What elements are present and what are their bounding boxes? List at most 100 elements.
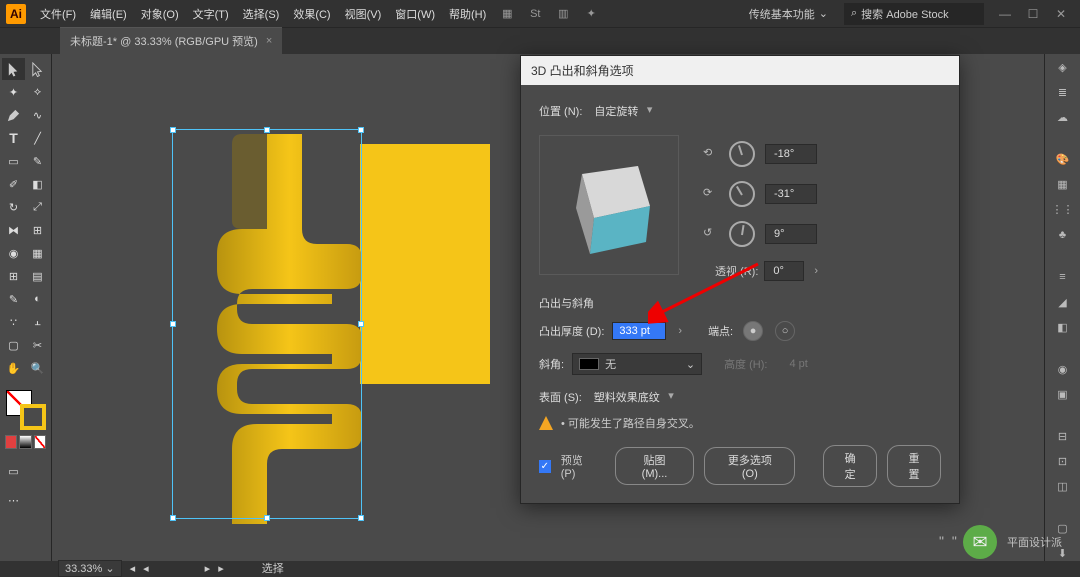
layers-panel-icon[interactable]: ≣ xyxy=(1052,85,1074,100)
color-mode[interactable] xyxy=(5,435,17,449)
rot-y-input[interactable]: -31° xyxy=(765,184,817,204)
rot-x-input[interactable]: -18° xyxy=(765,144,817,164)
brushes-panel-icon[interactable]: ⋮⋮ xyxy=(1052,202,1074,217)
window-maximize[interactable]: ☐ xyxy=(1020,7,1046,21)
none-mode[interactable] xyxy=(34,435,46,449)
perspective-stepper[interactable]: › xyxy=(810,265,822,277)
properties-panel-icon[interactable]: ◈ xyxy=(1052,60,1074,75)
direct-selection-tool[interactable] xyxy=(26,58,49,80)
arrange-icon[interactable]: ▥ xyxy=(552,3,574,25)
handle-tl[interactable] xyxy=(170,127,176,133)
color-panel-icon[interactable]: 🎨 xyxy=(1052,152,1074,167)
blend-tool[interactable]: ◐ xyxy=(26,288,49,310)
line-tool[interactable]: ╱ xyxy=(26,127,49,149)
cap-off-button[interactable]: ○ xyxy=(775,321,795,341)
hand-tool[interactable]: ✋ xyxy=(2,357,25,379)
depth-input[interactable]: 333 pt xyxy=(612,322,666,340)
menu-help[interactable]: 帮助(H) xyxy=(443,2,492,26)
handle-tm[interactable] xyxy=(264,127,270,133)
shaper-tool[interactable]: ✐ xyxy=(2,173,25,195)
lasso-tool[interactable]: ⟡ xyxy=(26,81,49,103)
reset-button[interactable]: 重置 xyxy=(887,445,941,487)
pathfinder-panel-icon[interactable]: ◫ xyxy=(1052,479,1074,494)
transparency-panel-icon[interactable]: ◧ xyxy=(1052,320,1074,335)
workspace-switcher[interactable]: 传统基本功能⌄ xyxy=(741,4,836,24)
zoom-tool[interactable]: 🔍 xyxy=(26,357,49,379)
nav-prev[interactable]: ◂ xyxy=(130,562,136,575)
rotate-tool[interactable]: ↻ xyxy=(2,196,25,218)
close-tab-icon[interactable]: × xyxy=(266,35,272,47)
rot-z-dial[interactable] xyxy=(729,221,755,247)
screen-mode[interactable]: ▭ xyxy=(2,460,25,482)
handle-bm[interactable] xyxy=(264,515,270,521)
transform-panel-icon[interactable]: ⊡ xyxy=(1052,454,1074,469)
surface-dropdown[interactable]: 塑料效果底纹 xyxy=(590,387,678,407)
stock-icon[interactable]: St xyxy=(524,3,546,25)
3d-preview-cube[interactable] xyxy=(539,135,679,275)
gradient-panel-icon[interactable]: ◢ xyxy=(1052,294,1074,309)
position-dropdown[interactable]: 自定旋转 xyxy=(590,101,656,121)
menu-object[interactable]: 对象(O) xyxy=(135,2,185,26)
preview-checkbox[interactable]: ✓ xyxy=(539,460,551,473)
swatches-panel-icon[interactable]: ▦ xyxy=(1052,177,1074,192)
map-art-button[interactable]: 贴图 (M)... xyxy=(615,447,695,485)
handle-ml[interactable] xyxy=(170,321,176,327)
pen-tool[interactable] xyxy=(2,104,25,126)
depth-stepper[interactable]: › xyxy=(674,325,686,337)
libraries-panel-icon[interactable]: ☁ xyxy=(1052,110,1074,125)
artboard-tool[interactable]: ▢ xyxy=(2,334,25,356)
eraser-tool[interactable]: ◧ xyxy=(26,173,49,195)
stroke-swatch[interactable] xyxy=(20,404,46,430)
cap-on-button[interactable]: ● xyxy=(743,321,763,341)
search-input[interactable]: ⌕搜索 Adobe Stock xyxy=(844,3,984,25)
edit-toolbar[interactable]: ⋯ xyxy=(2,489,25,511)
graphic-styles-panel-icon[interactable]: ▣ xyxy=(1052,387,1074,402)
rot-y-dial[interactable] xyxy=(729,181,755,207)
menu-window[interactable]: 窗口(W) xyxy=(389,2,441,26)
type-tool[interactable]: T xyxy=(2,127,25,149)
menu-file[interactable]: 文件(F) xyxy=(34,2,82,26)
gradient-tool[interactable]: ▤ xyxy=(26,265,49,287)
nav-next2[interactable]: ▸ xyxy=(218,562,224,575)
window-close[interactable]: ✕ xyxy=(1048,7,1074,21)
window-minimize[interactable]: — xyxy=(992,7,1018,21)
menu-effect[interactable]: 效果(C) xyxy=(287,2,336,26)
eyedropper-tool[interactable]: ✎ xyxy=(2,288,25,310)
free-transform-tool[interactable]: ⊞ xyxy=(26,219,49,241)
more-options-button[interactable]: 更多选项 (O) xyxy=(704,447,795,485)
nav-prev2[interactable]: ◂ xyxy=(143,562,149,575)
width-tool[interactable]: ⧓ xyxy=(2,219,25,241)
scale-tool[interactable]: ⤢ xyxy=(26,196,49,218)
rot-z-input[interactable]: 9° xyxy=(765,224,817,244)
selection-tool[interactable] xyxy=(2,58,25,80)
nav-next[interactable]: ▸ xyxy=(205,562,211,575)
zoom-dropdown[interactable]: 33.33% ⌄ xyxy=(58,560,122,577)
align-panel-icon[interactable]: ⊟ xyxy=(1052,429,1074,444)
mesh-tool[interactable]: ⊞ xyxy=(2,265,25,287)
shape-builder-tool[interactable]: ◉ xyxy=(2,242,25,264)
gradient-mode[interactable] xyxy=(19,435,31,449)
menu-select[interactable]: 选择(S) xyxy=(237,2,286,26)
handle-br[interactable] xyxy=(358,515,364,521)
graph-tool[interactable]: ⫠ xyxy=(26,311,49,333)
perspective-input[interactable]: 0° xyxy=(764,261,804,281)
paintbrush-tool[interactable]: ✎ xyxy=(26,150,49,172)
menu-view[interactable]: 视图(V) xyxy=(339,2,388,26)
bridge-icon[interactable]: ▦ xyxy=(496,3,518,25)
handle-bl[interactable] xyxy=(170,515,176,521)
curvature-tool[interactable]: ∿ xyxy=(26,104,49,126)
rot-x-dial[interactable] xyxy=(729,141,755,167)
menu-edit[interactable]: 编辑(E) xyxy=(84,2,133,26)
slice-tool[interactable]: ✂ xyxy=(26,334,49,356)
ok-button[interactable]: 确定 xyxy=(823,445,877,487)
menu-type[interactable]: 文字(T) xyxy=(187,2,235,26)
fill-stroke-swatches[interactable] xyxy=(2,388,49,432)
gpu-icon[interactable]: ✦ xyxy=(580,3,602,25)
bevel-dropdown[interactable]: 无⌄ xyxy=(572,353,702,375)
perspective-tool[interactable]: ▦ xyxy=(26,242,49,264)
document-tab[interactable]: 未标题-1* @ 33.33% (RGB/GPU 预览) × xyxy=(60,27,282,54)
symbol-sprayer-tool[interactable]: ∵ xyxy=(2,311,25,333)
symbols-panel-icon[interactable]: ♣ xyxy=(1052,227,1074,242)
rectangle-tool[interactable]: ▭ xyxy=(2,150,25,172)
magic-wand-tool[interactable]: ✦ xyxy=(2,81,25,103)
